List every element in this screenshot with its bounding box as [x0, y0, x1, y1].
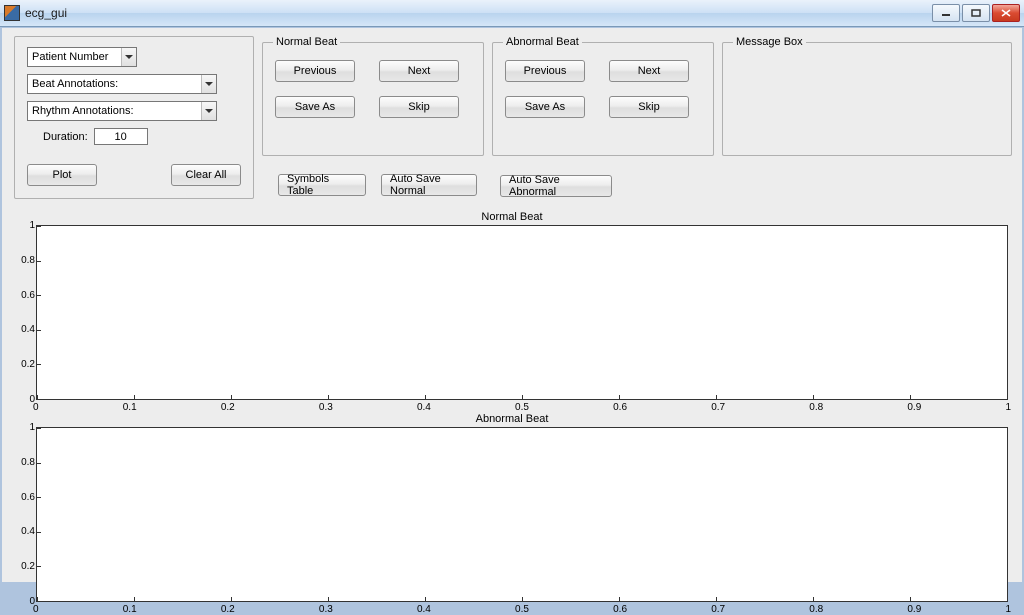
- abnormal-beat-plot: Abnormal Beat 10.80.60.40.20 00.10.20.30…: [12, 413, 1012, 608]
- abnormal-beat-group: Abnormal Beat Previous Next Save As Skip: [492, 36, 714, 156]
- auto-save-abnormal-button[interactable]: Auto Save Abnormal: [500, 175, 612, 197]
- xtick-label: 0.7: [711, 604, 725, 615]
- ytick-label: 0.6: [11, 492, 35, 503]
- app-icon: [4, 5, 20, 21]
- abnormal-beat-legend: Abnormal Beat: [503, 36, 582, 48]
- xtick-label: 0.1: [123, 402, 137, 413]
- xtick-label: 0.3: [319, 402, 333, 413]
- xtick-label: 0.8: [809, 402, 823, 413]
- normal-previous-button[interactable]: Previous: [275, 60, 355, 82]
- chevron-down-icon: [121, 48, 136, 66]
- xtick-label: 0.5: [515, 604, 529, 615]
- ytick-label: 0.8: [11, 255, 35, 266]
- abnormal-beat-axes: 10.80.60.40.20 00.10.20.30.40.50.60.70.8…: [36, 427, 1008, 602]
- ytick-label: 0: [11, 596, 35, 607]
- xtick-label: 0.4: [417, 604, 431, 615]
- normal-beat-legend: Normal Beat: [273, 36, 340, 48]
- ytick-label: 0.8: [11, 457, 35, 468]
- xtick-label: 0.6: [613, 604, 627, 615]
- beat-annotations-label: Beat Annotations:: [32, 78, 118, 90]
- normal-beat-group: Normal Beat Previous Next Save As Skip: [262, 36, 484, 156]
- minimize-button[interactable]: [932, 4, 960, 22]
- ytick-label: 1: [11, 220, 35, 231]
- plot-title-normal: Normal Beat: [12, 211, 1012, 223]
- rhythm-annotations-label: Rhythm Annotations:: [32, 105, 134, 117]
- normal-beat-plot: Normal Beat 10.80.60.40.20 00.10.20.30.4…: [12, 211, 1012, 406]
- ytick-label: 0.6: [11, 290, 35, 301]
- abnormal-previous-button[interactable]: Previous: [505, 60, 585, 82]
- xtick-label: 0.3: [319, 604, 333, 615]
- xtick-label: 0.6: [613, 402, 627, 413]
- ytick-label: 1: [11, 422, 35, 433]
- rhythm-annotations-select[interactable]: Rhythm Annotations:: [27, 101, 217, 121]
- xtick-label: 0.2: [221, 604, 235, 615]
- xtick-label: 1: [1005, 604, 1011, 615]
- chevron-down-icon: [201, 75, 216, 93]
- message-box-legend: Message Box: [733, 36, 806, 48]
- xtick-label: 1: [1005, 402, 1011, 413]
- beat-annotations-select[interactable]: Beat Annotations:: [27, 74, 217, 94]
- auto-save-normal-button[interactable]: Auto Save Normal: [381, 174, 477, 196]
- window-title: ecg_gui: [25, 6, 927, 20]
- xtick-label: 0.4: [417, 402, 431, 413]
- patient-number-select[interactable]: Patient Number: [27, 47, 137, 67]
- plot-title-abnormal: Abnormal Beat: [12, 413, 1012, 425]
- duration-input[interactable]: [94, 128, 148, 145]
- xtick-label: 0: [33, 604, 39, 615]
- clear-all-button[interactable]: Clear All: [171, 164, 241, 186]
- abnormal-next-button[interactable]: Next: [609, 60, 689, 82]
- patient-number-label: Patient Number: [32, 51, 108, 63]
- xtick-label: 0.5: [515, 402, 529, 413]
- xtick-label: 0.9: [907, 402, 921, 413]
- normal-next-button[interactable]: Next: [379, 60, 459, 82]
- title-bar: ecg_gui: [0, 0, 1024, 27]
- xtick-label: 0.2: [221, 402, 235, 413]
- maximize-button[interactable]: [962, 4, 990, 22]
- ytick-label: 0.2: [11, 561, 35, 572]
- xtick-label: 0.1: [123, 604, 137, 615]
- controls-panel: Patient Number Beat Annotations: Rhythm …: [14, 36, 254, 199]
- xtick-label: 0.8: [809, 604, 823, 615]
- plot-button[interactable]: Plot: [27, 164, 97, 186]
- xtick-label: 0.9: [907, 604, 921, 615]
- normal-beat-axes: 10.80.60.40.20 00.10.20.30.40.50.60.70.8…: [36, 225, 1008, 400]
- normal-skip-button[interactable]: Skip: [379, 96, 459, 118]
- ytick-label: 0.4: [11, 324, 35, 335]
- normal-save-as-button[interactable]: Save As: [275, 96, 355, 118]
- ytick-label: 0.4: [11, 526, 35, 537]
- symbols-table-button[interactable]: Symbols Table: [278, 174, 366, 196]
- message-box-group: Message Box: [722, 36, 1012, 156]
- abnormal-skip-button[interactable]: Skip: [609, 96, 689, 118]
- ytick-label: 0.2: [11, 359, 35, 370]
- close-button[interactable]: [992, 4, 1020, 22]
- abnormal-save-as-button[interactable]: Save As: [505, 96, 585, 118]
- xtick-label: 0: [33, 402, 39, 413]
- ytick-label: 0: [11, 394, 35, 405]
- duration-label: Duration:: [43, 131, 88, 143]
- chevron-down-icon: [201, 102, 216, 120]
- xtick-label: 0.7: [711, 402, 725, 413]
